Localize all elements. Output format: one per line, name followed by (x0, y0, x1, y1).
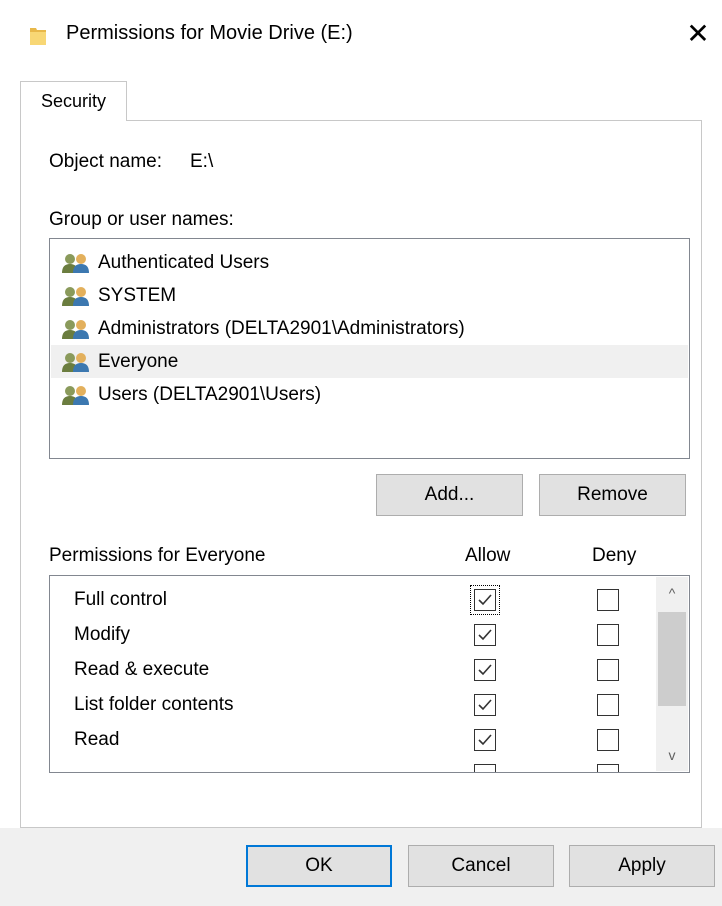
folder-icon (30, 28, 46, 45)
list-item-label: Authenticated Users (98, 252, 270, 273)
checkmark-icon (478, 594, 492, 606)
permission-row: List folder contents (50, 687, 654, 722)
deny-checkbox[interactable] (597, 729, 619, 751)
add-button[interactable]: Add... (376, 474, 523, 516)
deny-checkbox[interactable] (597, 659, 619, 681)
group-names-label: Group or user names: (49, 209, 234, 230)
users-group-icon (62, 386, 89, 405)
permission-name: Read & execute (74, 659, 210, 680)
checkmark-icon (478, 629, 492, 641)
list-item[interactable]: SYSTEM (51, 279, 688, 312)
permissions-list[interactable]: Full control Modify Read & execute List … (49, 575, 690, 773)
users-group-icon (62, 353, 89, 372)
scroll-down-arrow-icon[interactable]: v (656, 739, 688, 771)
permission-name: Full control (74, 589, 167, 610)
checkmark-icon (478, 734, 492, 746)
list-item[interactable]: Users (DELTA2901\Users) (51, 378, 688, 411)
allow-checkbox[interactable] (474, 764, 496, 772)
allow-checkbox[interactable] (474, 624, 496, 646)
allow-checkbox[interactable] (474, 659, 496, 681)
permission-row: Read & execute (50, 652, 654, 687)
deny-column-header: Deny (592, 545, 637, 566)
apply-button[interactable]: Apply (569, 845, 715, 887)
list-item[interactable]: Authenticated Users (51, 246, 688, 279)
permission-row: Modify (50, 617, 654, 652)
deny-checkbox[interactable] (597, 589, 619, 611)
list-item-label: SYSTEM (98, 285, 177, 306)
permission-row: Full control (50, 582, 654, 617)
ok-button[interactable]: OK (246, 845, 392, 887)
permission-name: List folder contents (74, 694, 234, 715)
list-item-label: Everyone (98, 351, 179, 372)
scrollbar-thumb[interactable] (658, 612, 686, 706)
group-user-list[interactable]: Authenticated Users SYSTEM Administrator… (49, 238, 690, 459)
users-group-icon (62, 254, 89, 273)
allow-checkbox[interactable] (474, 694, 496, 716)
list-item-label: Administrators (DELTA2901\Administrators… (98, 318, 465, 339)
permission-row-partial (50, 757, 654, 772)
list-item-label: Users (DELTA2901\Users) (98, 384, 322, 405)
list-item[interactable]: Administrators (DELTA2901\Administrators… (51, 312, 688, 345)
close-button[interactable]: ✕ (678, 14, 718, 54)
users-group-icon (62, 287, 89, 306)
permission-name: Read (74, 729, 120, 750)
object-name-label: Object name: (49, 151, 162, 172)
deny-checkbox[interactable] (597, 694, 619, 716)
deny-checkbox[interactable] (597, 764, 619, 772)
checkmark-icon (478, 699, 492, 711)
cancel-button[interactable]: Cancel (408, 845, 554, 887)
allow-checkbox[interactable] (474, 729, 496, 751)
allow-column-header: Allow (465, 545, 511, 566)
permission-row: Read (50, 722, 654, 757)
tab-security[interactable]: Security (20, 81, 127, 121)
users-group-icon (62, 320, 89, 339)
permission-name: Modify (74, 624, 130, 645)
list-item-selected[interactable]: Everyone (51, 345, 688, 378)
permissions-label: Permissions for Everyone (49, 545, 266, 566)
deny-checkbox[interactable] (597, 624, 619, 646)
remove-button[interactable]: Remove (539, 474, 686, 516)
allow-checkbox[interactable] (474, 589, 496, 611)
window-title: Permissions for Movie Drive (E:) (66, 22, 353, 44)
checkmark-icon (478, 664, 492, 676)
scroll-up-arrow-icon[interactable]: ^ (656, 577, 688, 609)
object-name-value: E:\ (190, 151, 214, 172)
permissions-dialog: Permissions for Movie Drive (E:) ✕ Secur… (0, 0, 722, 906)
